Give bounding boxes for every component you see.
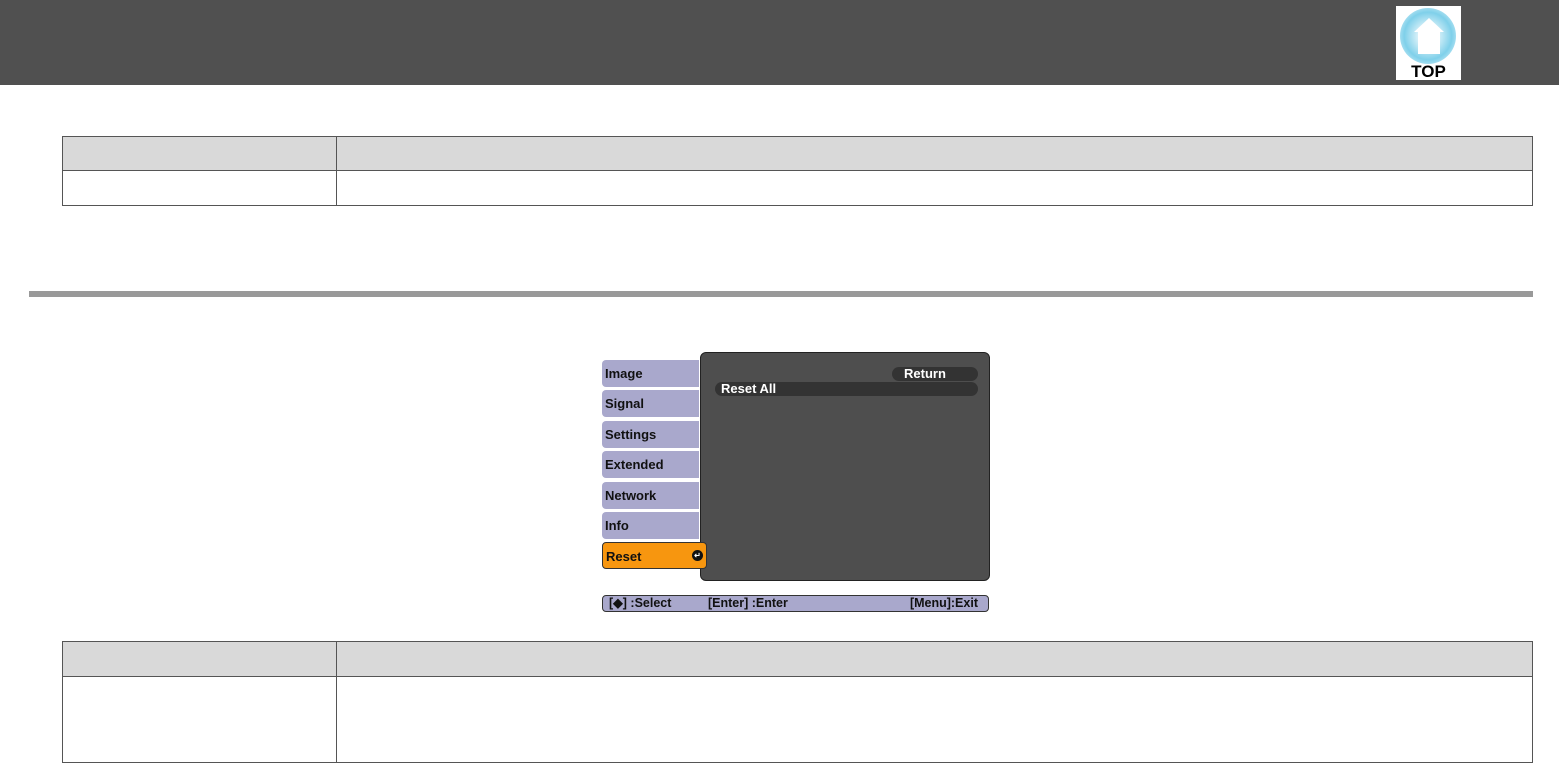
- tab-signal[interactable]: Signal: [602, 390, 699, 417]
- top-label: TOP: [1411, 62, 1446, 81]
- tab-settings[interactable]: Settings: [602, 421, 699, 448]
- table-cell: [336, 676, 1533, 763]
- table-cell: [62, 676, 337, 763]
- enter-icon: ↵: [692, 550, 703, 561]
- reset-all-item[interactable]: Reset All: [715, 382, 978, 396]
- top-button[interactable]: TOP: [1396, 6, 1461, 81]
- table-header-cell: [62, 641, 337, 677]
- tab-extended[interactable]: Extended: [602, 451, 699, 478]
- tab-info[interactable]: Info: [602, 512, 699, 539]
- home-icon: [1414, 18, 1444, 32]
- osd-panel: Return Reset All: [700, 352, 990, 581]
- osd-help-bar: [◆] :Select [Enter] :Enter [Menu]:Exit: [602, 595, 989, 612]
- table-cell: [62, 170, 337, 206]
- help-select: [◆] :Select: [609, 596, 672, 610]
- section-divider: [29, 291, 1533, 297]
- table-1: [62, 136, 1533, 206]
- table-header-cell: [336, 641, 1533, 677]
- tab-reset[interactable]: Reset ↵: [602, 542, 707, 569]
- table-2: [62, 641, 1533, 763]
- return-button[interactable]: Return: [892, 367, 978, 381]
- osd-menu: Return Reset All Image Signal Settings E…: [601, 352, 990, 581]
- tab-reset-label: Reset: [606, 549, 642, 564]
- table-cell: [336, 170, 1533, 206]
- table-header-cell: [62, 136, 337, 171]
- tab-image[interactable]: Image: [602, 360, 699, 387]
- help-enter: [Enter] :Enter: [708, 596, 788, 610]
- home-icon-body: [1418, 32, 1440, 54]
- page-header: TOP: [0, 0, 1559, 85]
- tab-network[interactable]: Network: [602, 482, 699, 509]
- table-header-cell: [336, 136, 1533, 171]
- help-exit: [Menu]:Exit: [909, 596, 978, 610]
